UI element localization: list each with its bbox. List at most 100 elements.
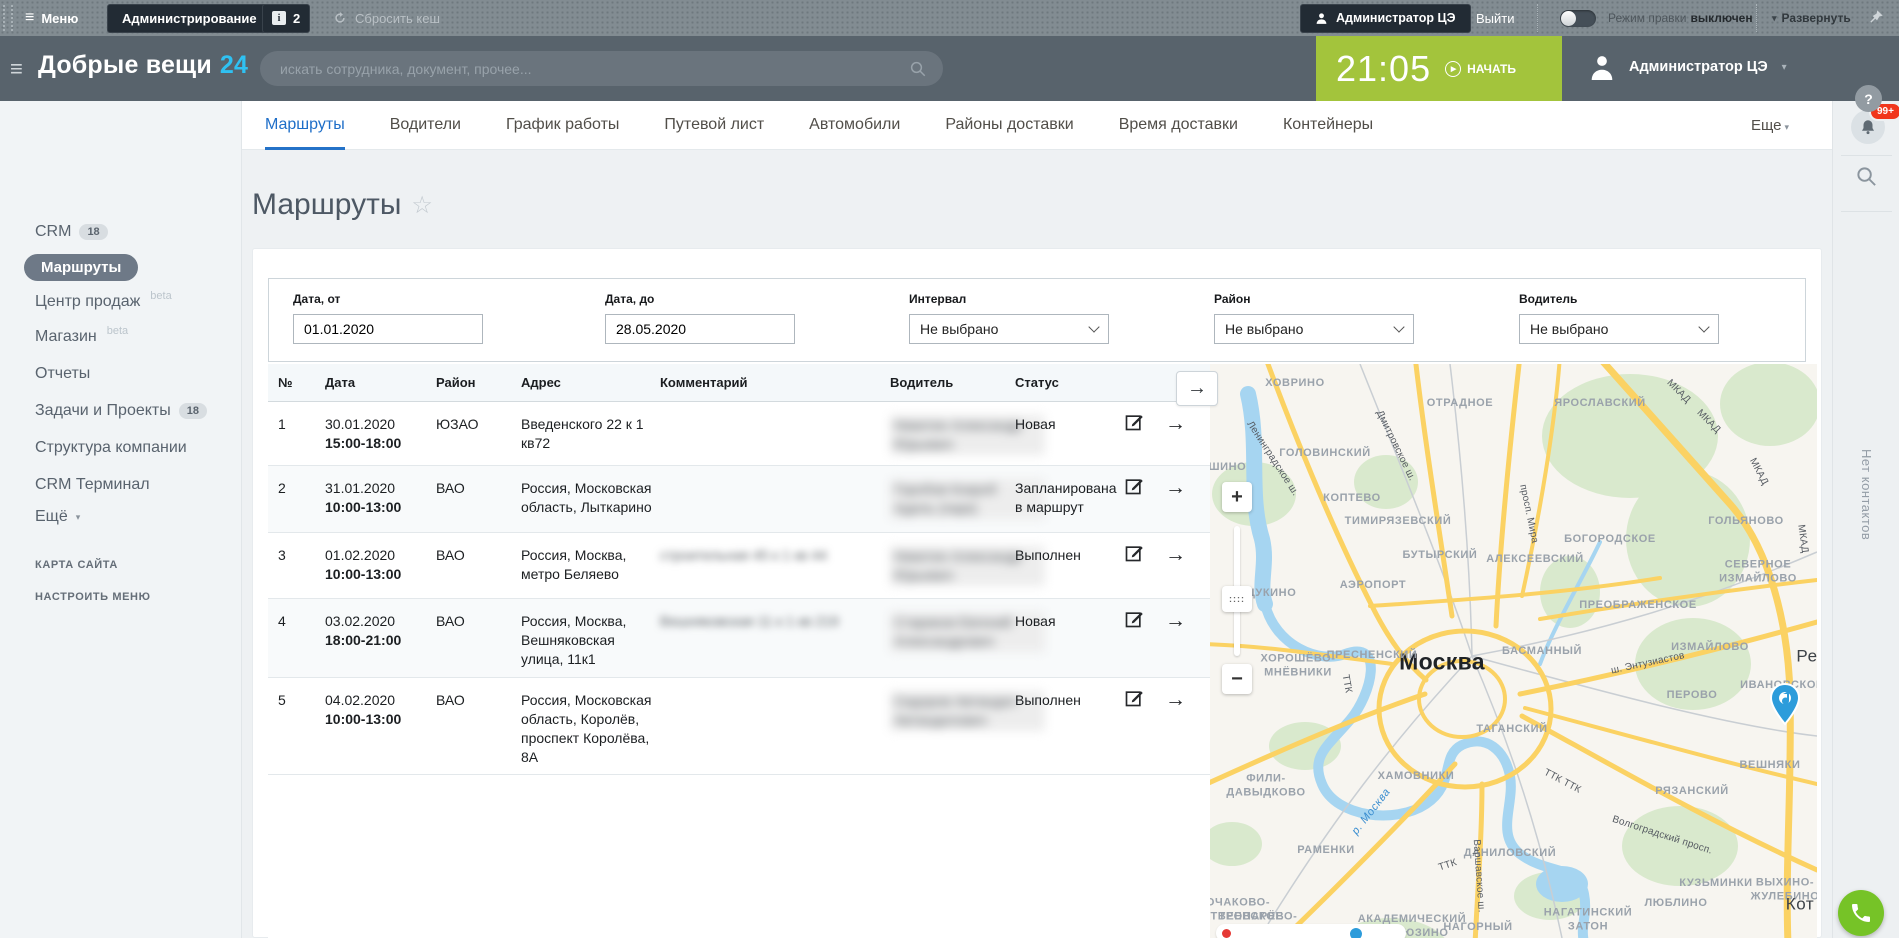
col-address[interactable]: Адрес	[521, 375, 653, 390]
map-label: АЭРОПОРТ	[1340, 579, 1406, 593]
pin-icon[interactable]	[1868, 9, 1884, 30]
map-label: ТАГАНСКИЙ	[1476, 723, 1547, 737]
divider	[1841, 155, 1892, 156]
help-button[interactable]: ?	[1855, 85, 1882, 112]
sitemap-link[interactable]: КАРТА САЙТА	[35, 559, 118, 571]
tab-drivers[interactable]: Водители	[390, 101, 461, 150]
tab-delivery-districts[interactable]: Районы доставки	[945, 101, 1073, 150]
logout-button[interactable]: Выйти	[1476, 11, 1515, 26]
rail-search-button[interactable]	[1855, 165, 1878, 193]
chevron-down-icon	[1698, 321, 1709, 332]
user-icon	[1315, 12, 1328, 25]
admin-menu-button[interactable]: ≡ Меню	[25, 10, 78, 26]
map-label: БАСМАННЫЙ	[1502, 645, 1582, 659]
tab-routes[interactable]: Маршруты	[265, 101, 345, 150]
delivery-map[interactable]: ХОВРИНООТРАДНОЕЯРОСЛАВСКИЙМКАДМКАДМКАДМК…	[1210, 364, 1817, 938]
work-timer[interactable]: 21:05 ▶ НАЧАТЬ	[1316, 36, 1562, 101]
map-label: СЕВЕРНОЕ ИЗМАЙЛОВО	[1719, 558, 1797, 586]
sidebar-item-tasks[interactable]: Задачи и Проекты18	[35, 402, 207, 420]
edit-route-button[interactable]	[1124, 412, 1144, 437]
admin-menu-label: Меню	[41, 11, 78, 26]
map-label: ПРЕСНЕНСКИЙ	[1327, 649, 1418, 663]
reset-cache-button[interactable]: Сбросить кеш	[333, 11, 440, 26]
map-label: ФИЛИ- ДАВЫДКОВО	[1226, 772, 1305, 800]
global-search[interactable]	[260, 51, 943, 86]
search-input[interactable]	[280, 61, 909, 77]
administration-button[interactable]: Администрирование	[107, 4, 272, 33]
map-zoom-in-button[interactable]: +	[1222, 482, 1252, 512]
edit-mode-status: Режим правкивыключен	[1608, 11, 1753, 25]
open-route-button[interactable]: →	[1165, 541, 1186, 569]
timer-time: 21:05	[1336, 48, 1431, 90]
open-route-button[interactable]: →	[1165, 607, 1186, 635]
col-district[interactable]: Район	[436, 375, 476, 390]
expand-button[interactable]: ▾ Развернуть	[1772, 11, 1851, 25]
table-row[interactable]: 1 30.01.202015:00-18:00 ЮЗАО Введенского…	[268, 402, 1210, 466]
map-label: АЛЕКСЕЕВСКИЙ	[1486, 553, 1584, 567]
sidebar-item-crm[interactable]: CRM18	[35, 223, 108, 241]
tab-cars[interactable]: Автомобили	[809, 101, 900, 150]
map-label: КУЗЬМИНКИ	[1679, 877, 1752, 891]
drag-handle-icon[interactable]	[3, 5, 13, 31]
bell-icon	[1859, 118, 1877, 136]
tab-waybill[interactable]: Путевой лист	[664, 101, 764, 150]
tab-containers[interactable]: Контейнеры	[1283, 101, 1373, 150]
map-label: НАГАТИНСКИЙ ЗАТОН	[1544, 906, 1632, 934]
edit-route-button[interactable]	[1124, 688, 1144, 713]
tabs-more-button[interactable]: Еще▾	[1751, 117, 1789, 134]
record-icon	[1222, 929, 1231, 938]
chevron-down-icon	[1393, 321, 1404, 332]
separator	[1756, 4, 1757, 32]
routes-table: № Дата Район Адрес Комментарий Водитель …	[268, 364, 1210, 938]
interval-select[interactable]: Не выбрано	[909, 314, 1109, 344]
map-marker-dot[interactable]	[1348, 926, 1364, 938]
sidebar-item-company-structure[interactable]: Структура компании	[35, 439, 187, 457]
table-row[interactable]: 4 03.02.202018:00-21:00 ВАО Россия, Моск…	[268, 599, 1210, 678]
tab-delivery-time[interactable]: Время доставки	[1119, 101, 1238, 150]
expand-table-button[interactable]: →	[1176, 371, 1218, 406]
profile-menu[interactable]: Администратор ЦЭ ▾	[1589, 52, 1787, 82]
app-logo[interactable]: Добрые вещи24	[38, 51, 248, 80]
open-route-button[interactable]: →	[1165, 474, 1186, 502]
table-row[interactable]: 5 04.02.202010:00-13:00 ВАО Россия, Моск…	[268, 678, 1210, 775]
avatar	[1589, 52, 1615, 82]
sidebar-toggle-icon[interactable]: ≡	[10, 56, 23, 82]
configure-menu-link[interactable]: НАСТРОИТЬ МЕНЮ	[35, 591, 151, 603]
filter-driver: Водитель Не выбрано	[1519, 292, 1719, 344]
col-comment[interactable]: Комментарий	[660, 375, 875, 390]
sidebar-item-routes[interactable]: Маршруты	[24, 254, 138, 281]
admin-user-button[interactable]: Администратор ЦЭ	[1300, 4, 1471, 33]
edit-mode-toggle[interactable]	[1560, 10, 1596, 27]
favorite-star-icon[interactable]: ☆	[411, 191, 433, 220]
info-counter-button[interactable]: i 2	[262, 4, 310, 33]
sidebar-item-reports[interactable]: Отчеты	[35, 365, 90, 383]
tab-work-schedule[interactable]: График работы	[506, 101, 619, 150]
edit-route-button[interactable]	[1124, 476, 1144, 501]
map-label: РЯЗАНСКИЙ	[1655, 785, 1729, 799]
col-date[interactable]: Дата	[325, 375, 425, 390]
open-route-button[interactable]: →	[1165, 410, 1186, 438]
district-select[interactable]: Не выбрано	[1214, 314, 1414, 344]
sidebar-item-crm-terminal[interactable]: CRM Терминал	[35, 476, 150, 494]
col-status[interactable]: Статус	[1015, 375, 1121, 390]
search-icon	[909, 60, 927, 78]
map-ruler-button[interactable]: ::::	[1222, 586, 1252, 612]
section-tabs: Маршруты Водители График работы Путевой …	[242, 101, 1832, 150]
sidebar-item-sales-center[interactable]: Центр продажbeta	[35, 293, 172, 311]
table-row[interactable]: 2 31.01.202010:00-13:00 ВАО Россия, Моск…	[268, 466, 1210, 533]
edit-route-button[interactable]	[1124, 543, 1144, 568]
sidebar-item-shop[interactable]: Магазинbeta	[35, 328, 128, 346]
timer-start-button[interactable]: ▶ НАЧАТЬ	[1445, 61, 1516, 77]
date-to-input[interactable]	[605, 314, 795, 344]
date-from-input[interactable]	[293, 314, 483, 344]
map-zoom-out-button[interactable]: −	[1222, 664, 1252, 694]
sidebar: CRM18 Маршруты Центр продажbeta Магазинb…	[0, 101, 242, 938]
edit-route-button[interactable]	[1124, 609, 1144, 634]
driver-select[interactable]: Не выбрано	[1519, 314, 1719, 344]
call-button[interactable]	[1838, 890, 1884, 936]
sidebar-item-more[interactable]: Ещё▾	[35, 508, 80, 526]
map-marker-pin[interactable]	[1768, 682, 1802, 731]
table-row[interactable]: 3 01.02.202010:00-13:00 ВАО Россия, Моск…	[268, 533, 1210, 599]
open-route-button[interactable]: →	[1165, 686, 1186, 714]
col-num[interactable]: №	[278, 375, 293, 390]
